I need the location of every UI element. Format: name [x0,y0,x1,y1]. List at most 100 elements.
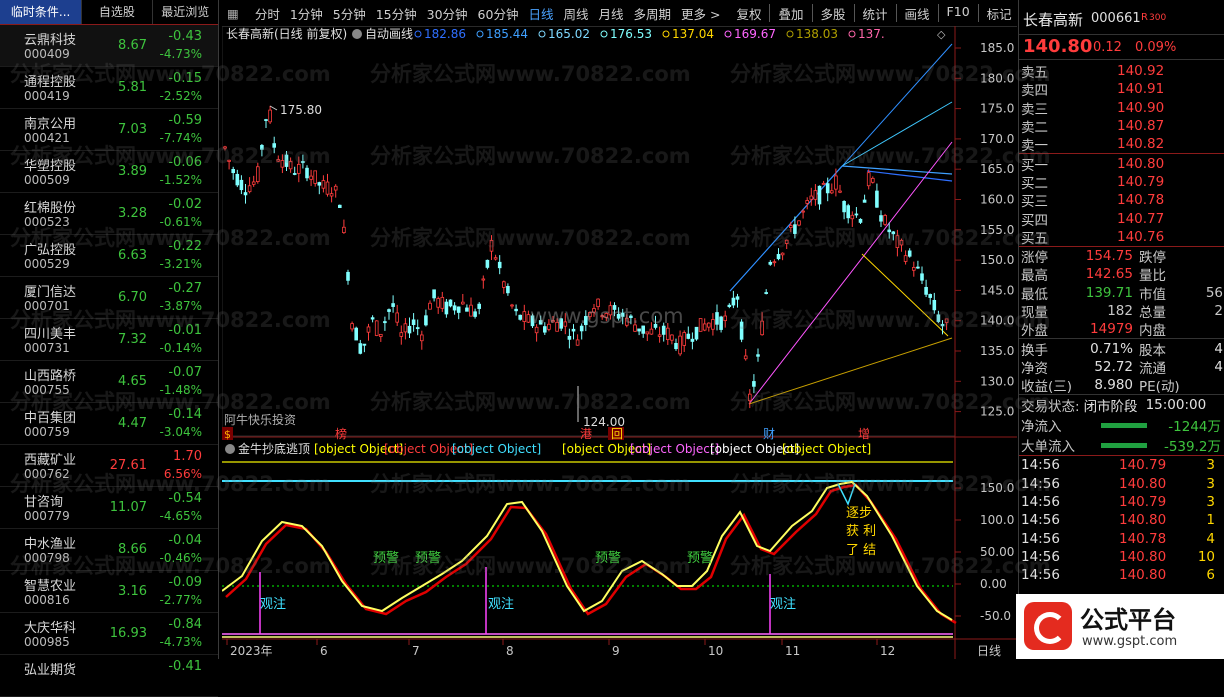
period-button[interactable]: 15分钟 [371,4,422,23]
period-button[interactable]: 月线 [593,4,628,23]
candle-body [784,239,789,244]
stock-row-code: 000816 [24,593,70,607]
main-y-axis: 185.0 180.0 175.0 170.0 165.0 160.0 155.0 150.0… [955,41,1014,419]
stock-row[interactable]: 厦门信达 000701 6.70 -0.27 -3.87% [0,277,218,319]
chart-area[interactable]: 长春高新(日线 前复权) 自动画线 182.86 185.44 165.02 176.… [221,25,1017,659]
bid-row[interactable]: 买三 140.78 [1019,191,1224,210]
tab-recent[interactable]: 最近浏览 [153,0,218,24]
stock-row[interactable]: 广弘控股 000529 6.63 -0.22 -3.21% [0,235,218,277]
grid-icon[interactable]: ▦ [222,6,244,21]
ask-row[interactable]: 卖一 140.82 [1019,135,1224,154]
marker-increase[interactable]: 增 [858,427,870,441]
chevron-down-icon[interactable] [225,444,235,454]
toolbar-action-button[interactable]: 复权 [731,4,766,23]
tick-time: 14:56 [1021,475,1060,492]
candle-body [313,170,318,184]
bid-row[interactable]: 买二 140.79 [1019,173,1224,192]
tab-watchlist[interactable]: 自选股 [82,0,153,24]
stock-row[interactable]: 西藏矿业 000762 27.61 1.70 6.56% [0,445,218,487]
stock-row[interactable]: 南京公用 000421 7.03 -0.59 -7.74% [0,109,218,151]
stat-value: 2 [1214,303,1223,319]
marker-hk[interactable]: 港 [580,427,592,441]
stock-row[interactable]: 四川美丰 000731 7.32 -0.01 -0.14% [0,319,218,361]
stock-row-price: 6.70 [118,290,147,305]
book-label: 卖五 [1021,65,1048,82]
stock-list-panel: 临时条件... 自选股 最近浏览 云鼎科技 000409 8.67 -0.43 … [0,0,219,697]
stock-row[interactable]: 云鼎科技 000409 8.67 -0.43 -4.73% [0,25,218,67]
toolbar-action-button[interactable]: 标记 [982,4,1017,23]
candle-body [760,320,764,336]
chart-canvas[interactable]: 长春高新(日线 前复权) 自动画线 182.86 185.44 165.02 176.… [221,25,1017,659]
candle-body [501,281,506,288]
stock-row[interactable]: 大庆华科 000985 16.93 -0.84 -4.73% [0,613,218,655]
bid-row[interactable]: 买四 140.77 [1019,209,1224,229]
x-tick-label: 12 [880,644,895,658]
bid-row[interactable]: 买五 140.76 [1019,228,1224,247]
candle-body [830,190,834,194]
candle-body [834,175,838,190]
watch-label-2: 观注 [488,597,514,612]
period-toolbar: ▦ 分时 1分钟 5分钟 15分钟 30分钟 60分钟 日线 周线 月线 多周期 更多 > 复权 叠加… [222,0,1106,27]
tick-price: 140.80 [1119,475,1167,492]
diamond-icon[interactable]: ◇ [937,28,946,41]
period-button[interactable]: 周线 [558,4,593,23]
toolbar-action-button[interactable]: 多股 [816,4,851,23]
period-button[interactable]: 5分钟 [328,4,371,23]
y-tick-label: 140.0 [980,314,1014,328]
chevron-down-icon[interactable] [352,29,362,39]
ask-row[interactable]: 卖三 140.90 [1019,99,1224,118]
period-button[interactable]: 多周期 [629,4,677,23]
stock-row[interactable]: 中水渔业 000798 8.66 -0.04 -0.46% [0,529,218,571]
period-button[interactable]: 30分钟 [422,4,473,23]
stock-row[interactable]: 智慧农业 000816 3.16 -0.09 -2.77% [0,571,218,613]
candle-body [436,298,441,308]
candle-body [407,325,412,334]
stock-row[interactable]: 华塑控股 000509 3.89 -0.06 -1.52% [0,151,218,193]
candle-body [907,250,912,257]
period-label: 日线 [977,644,1001,658]
stock-row[interactable]: 红棉股份 000523 3.28 -0.02 -0.61% [0,193,218,235]
y-tick-label: 150.0 [980,481,1014,495]
bid-row[interactable]: 买一 140.80 [1019,154,1224,174]
stock-row[interactable]: 弘业期货 -0.41 [0,655,218,697]
period-button[interactable]: 日线 [523,4,558,23]
stock-row-name: 通程控股 [24,75,77,90]
marker-finance[interactable]: 财 [763,427,775,441]
candle-body [251,181,256,185]
marker-dollar[interactable]: $ [224,428,231,441]
event-markers: $ 榜 港 回 财 增 [222,426,870,441]
stock-row-price: 4.47 [118,416,147,431]
stock-row[interactable]: 甘咨询 000779 11.07 -0.54 -4.65% [0,487,218,529]
marker-rank[interactable]: 榜 [335,426,347,441]
indicator-name[interactable]: 金牛抄底逃顶 [238,441,310,456]
toolbar-action-button[interactable]: 画线 [900,4,935,23]
legend-dot [414,30,422,38]
candle-body [887,229,891,233]
x-tick-label: 6 [320,644,328,658]
stock-row[interactable]: 中百集团 000759 4.47 -0.14 -3.04% [0,403,218,445]
candle-body [227,159,231,162]
period-button[interactable]: 更多 > [676,4,725,23]
candle-body [497,261,502,269]
period-button[interactable]: 分时 [250,4,285,23]
tick-time: 14:56 [1021,457,1060,474]
stock-row-change: -0.41 [168,659,202,674]
period-button[interactable]: 1分钟 [285,4,328,23]
period-button[interactable]: 60分钟 [473,4,524,23]
y-tick-label: 0.00 [980,577,1007,591]
stock-row[interactable]: 通程控股 000419 5.81 -0.15 -2.52% [0,67,218,109]
marker-buyback[interactable]: 回 [611,427,623,441]
candle-body [928,294,932,298]
stock-row[interactable]: 山西路桥 000755 4.65 -0.07 -1.48% [0,361,218,403]
toolbar-action-button[interactable]: 统计 [858,4,893,23]
stock-row-change: -0.22 [168,239,202,254]
ask-row[interactable]: 卖五 140.92 [1019,62,1224,82]
auto-line-label[interactable]: 自动画线 [365,27,413,41]
ask-row[interactable]: 卖二 140.87 [1019,117,1224,136]
tab-temp-condition[interactable]: 临时条件... [0,0,83,24]
toolbar-action-button[interactable]: 叠加 [773,4,808,23]
candle-body [374,320,379,336]
ask-row[interactable]: 卖四 140.91 [1019,80,1224,99]
toolbar-action-button[interactable]: F10 [942,4,975,23]
high-pointer [269,105,278,111]
